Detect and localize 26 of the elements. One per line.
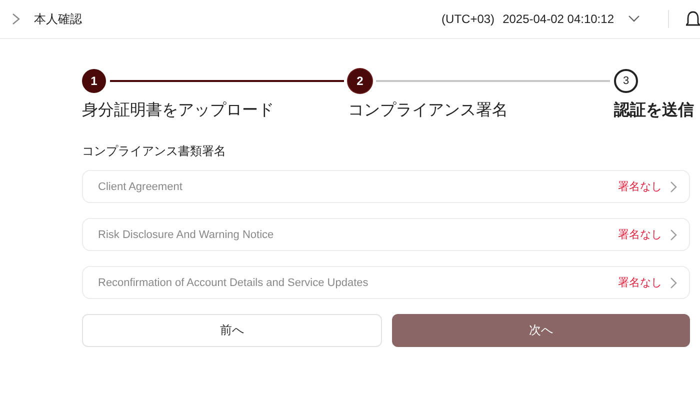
document-row[interactable]: Reconfirmation of Account Details and Service Updates 署名なし [82, 266, 690, 299]
chevron-right-icon [670, 180, 677, 192]
bell-icon[interactable] [686, 10, 700, 28]
section-title: コンプライアンス書類署名 [82, 143, 227, 160]
breadcrumb-item[interactable]: 本人確認 [34, 10, 82, 28]
step-label: コンプライアンス署名 [348, 100, 509, 121]
document-name: Client Agreement [98, 180, 184, 192]
back-button[interactable]: 前へ [82, 314, 382, 347]
document-name: Reconfirmation of Account Details and Service Updates [98, 276, 370, 288]
chevron-right-icon [12, 13, 20, 25]
step-number: 1 [82, 69, 106, 93]
chevron-down-icon[interactable] [628, 15, 640, 23]
signature-status: 署名なし [618, 276, 662, 290]
document-name: Risk Disclosure And Warning Notice [98, 228, 275, 240]
chevron-right-icon [670, 228, 677, 240]
step-number: 2 [348, 69, 372, 93]
signature-status: 署名なし [618, 228, 662, 242]
document-row[interactable]: Risk Disclosure And Warning Notice 署名なし [82, 218, 690, 251]
datetime-label: 2025-04-02 04:10:12 [502, 12, 614, 26]
signature-status: 署名なし [618, 180, 662, 194]
chevron-right-icon [670, 276, 677, 288]
step-number: 3 [614, 69, 638, 93]
next-button[interactable]: 次へ [392, 314, 690, 347]
timezone-label: (UTC+03) [442, 12, 495, 26]
step-label: 身分証明書をアップロード [82, 100, 275, 121]
document-row[interactable]: Client Agreement 署名なし [82, 170, 690, 203]
